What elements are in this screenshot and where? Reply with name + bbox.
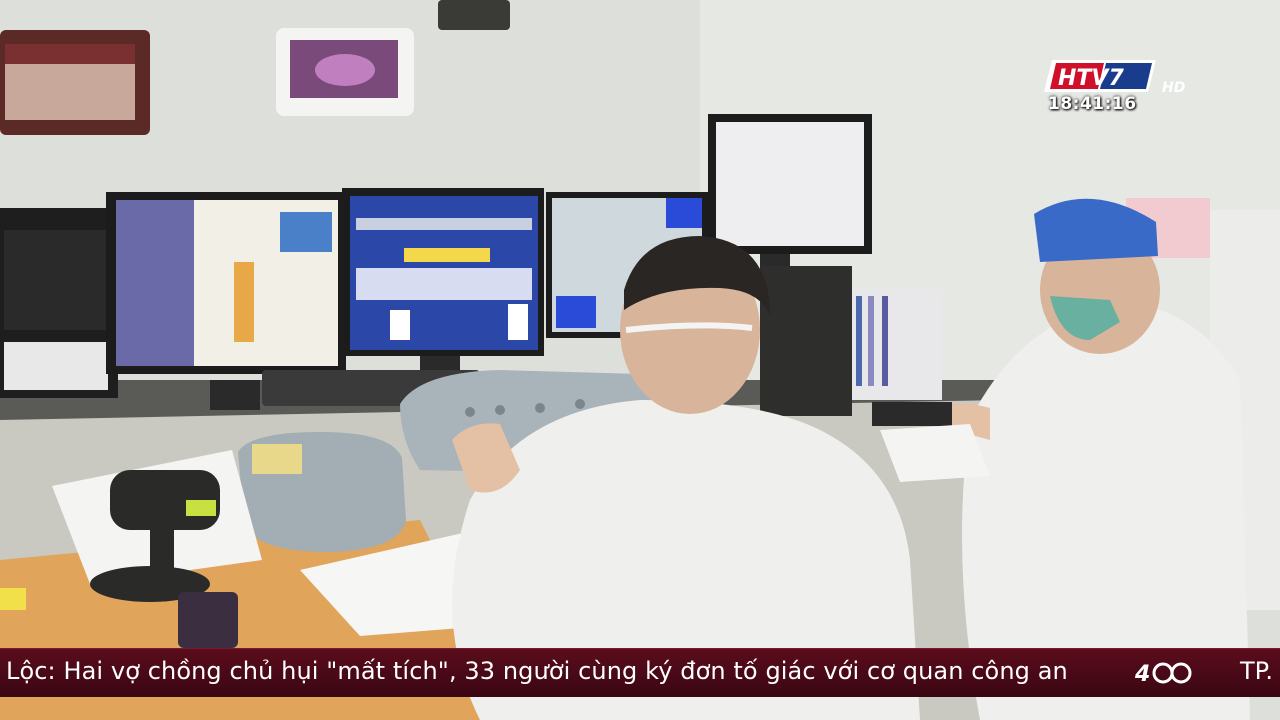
phone	[178, 592, 238, 648]
svg-text:4: 4	[1134, 662, 1150, 687]
channel-logo-icon: HTV7 HD	[1044, 60, 1185, 96]
monitor-control-panel	[342, 188, 544, 376]
ticker-next-headline: TP.	[1240, 657, 1274, 685]
pc-tower	[760, 266, 852, 416]
binders	[852, 290, 942, 400]
svg-text:HTV7: HTV7	[1058, 66, 1124, 91]
svg-text:HD: HD	[1162, 80, 1185, 96]
wall-picture-top	[438, 0, 510, 30]
broadcast-clock: 18:41:16	[1048, 94, 1137, 114]
wall-picture-center	[276, 28, 414, 116]
monitor-far-left	[0, 208, 118, 398]
news-ticker: Lộc: Hai vợ chồng chủ hụi "mất tích", 33…	[0, 648, 1280, 697]
anniversary-emblem-icon: 4	[1134, 662, 1192, 687]
wall-picture-left	[0, 30, 150, 135]
ticker-headline: Lộc: Hai vợ chồng chủ hụi "mất tích", 33…	[6, 657, 1068, 685]
intercom-panel	[238, 432, 406, 552]
